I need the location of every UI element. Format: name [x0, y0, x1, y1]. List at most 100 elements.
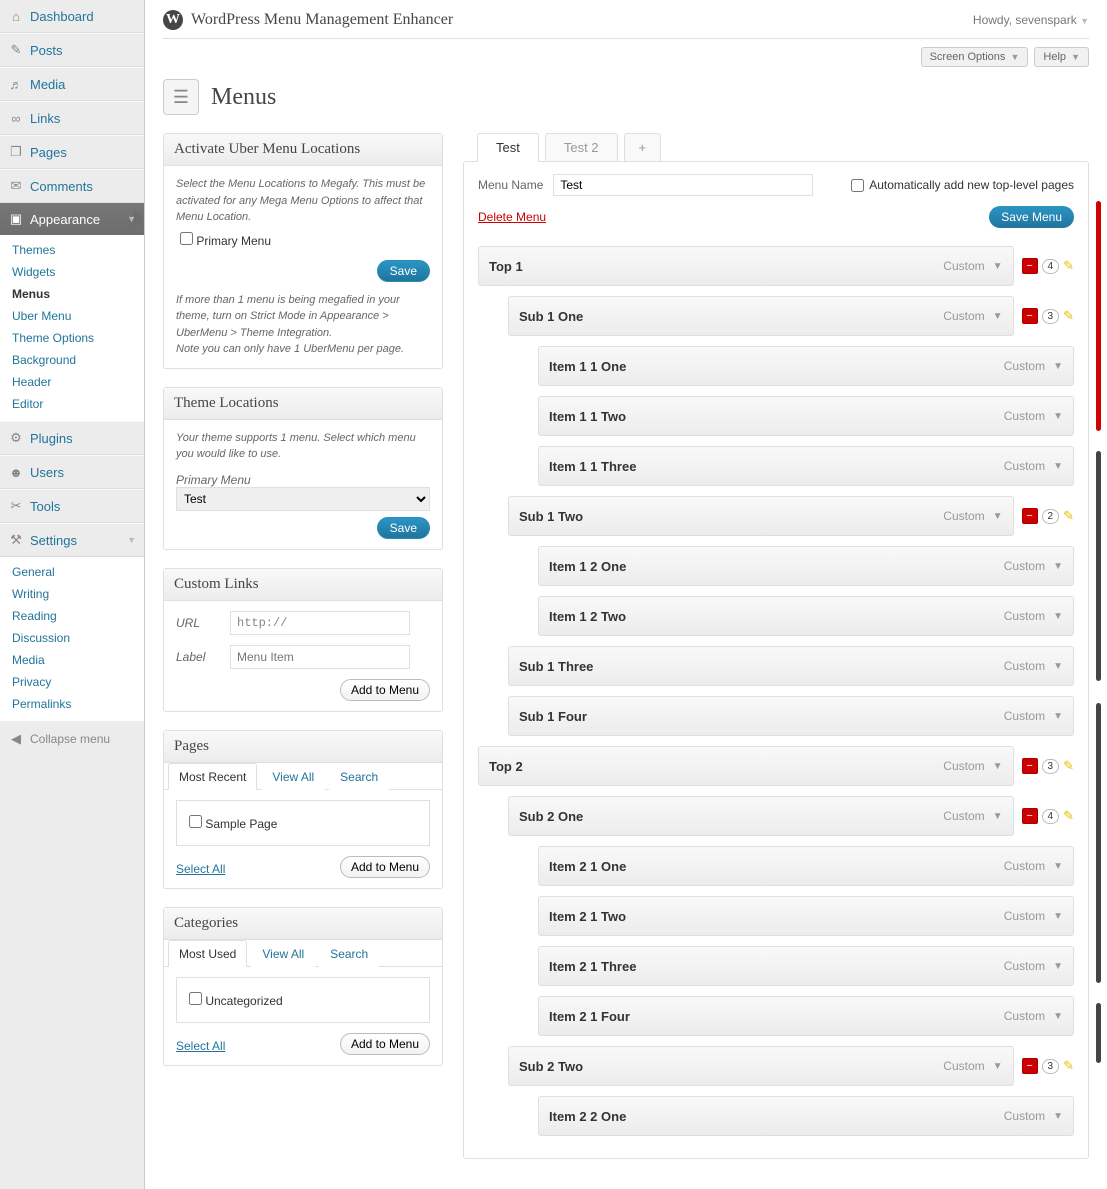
menu-item-sub2-two[interactable]: Sub 2 TwoCustom▼: [508, 1046, 1014, 1086]
delete-menu-link[interactable]: Delete Menu: [478, 210, 546, 224]
sub-reading[interactable]: Reading: [0, 605, 144, 627]
sub-widgets[interactable]: Widgets: [0, 261, 144, 283]
menu-tab-test[interactable]: Test: [477, 133, 539, 162]
collapse-menu[interactable]: ◀Collapse menu: [0, 721, 144, 757]
tab-search[interactable]: Search: [329, 763, 389, 790]
add-to-menu-button[interactable]: Add to Menu: [340, 856, 430, 878]
save-menu-button[interactable]: Save Menu: [989, 206, 1074, 228]
select-all-link[interactable]: Select All: [176, 1039, 225, 1053]
primary-menu-select[interactable]: Test: [176, 487, 430, 511]
sidebar-item-links[interactable]: ∞Links: [0, 101, 144, 135]
menu-tab-test2[interactable]: Test 2: [545, 133, 618, 162]
menu-item[interactable]: Item 1 1 OneCustom▼: [538, 346, 1074, 386]
menu-item-top2[interactable]: Top 2Custom▼: [478, 746, 1014, 786]
pencil-icon[interactable]: ✎: [1063, 758, 1074, 774]
sidebar-item-dashboard[interactable]: ⌂Dashboard: [0, 0, 144, 33]
sub-permalinks[interactable]: Permalinks: [0, 693, 144, 715]
wordpress-icon: W: [163, 10, 183, 30]
auto-add-label: Automatically add new top-level pages: [869, 178, 1074, 192]
add-to-menu-button[interactable]: Add to Menu: [340, 1033, 430, 1055]
tab-most-used[interactable]: Most Used: [168, 940, 247, 967]
menu-item[interactable]: Item 1 1 ThreeCustom▼: [538, 446, 1074, 486]
sidebar-item-posts[interactable]: ✎Posts: [0, 33, 144, 67]
url-input[interactable]: [230, 611, 410, 635]
pencil-icon[interactable]: ✎: [1063, 258, 1074, 274]
primary-menu-checkbox[interactable]: Primary Menu: [176, 226, 430, 254]
sub-background[interactable]: Background: [0, 349, 144, 371]
pencil-icon[interactable]: ✎: [1063, 808, 1074, 824]
sidebar-item-tools[interactable]: ✂Tools: [0, 489, 144, 523]
collapse-icon[interactable]: −: [1022, 308, 1038, 324]
sub-general[interactable]: General: [0, 561, 144, 583]
category-item[interactable]: Uncategorized: [185, 986, 421, 1014]
sub-menus[interactable]: Menus: [0, 283, 144, 305]
appearance-submenu: Themes Widgets Menus Uber Menu Theme Opt…: [0, 235, 144, 421]
theme-locations-box: Theme Locations Your theme supports 1 me…: [163, 387, 443, 550]
menu-tab-add[interactable]: +: [624, 133, 662, 162]
tab-view-all[interactable]: View All: [261, 763, 325, 790]
box-heading: Theme Locations: [164, 388, 442, 420]
sidebar-item-settings[interactable]: ⚒Settings▼: [0, 523, 144, 557]
menu-item[interactable]: Item 2 1 TwoCustom▼: [538, 896, 1074, 936]
menu-item[interactable]: Item 1 1 TwoCustom▼: [538, 396, 1074, 436]
menu-item-sub2-one[interactable]: Sub 2 OneCustom▼: [508, 796, 1014, 836]
menu-name-input[interactable]: [553, 174, 813, 196]
sub-uber[interactable]: Uber Menu: [0, 305, 144, 327]
menu-item[interactable]: Item 2 2 OneCustom▼: [538, 1096, 1074, 1136]
sidebar-item-comments[interactable]: ✉Comments: [0, 169, 144, 203]
indicator-grey: [1096, 451, 1101, 681]
help-button[interactable]: Help ▼: [1034, 47, 1089, 67]
tab-most-recent[interactable]: Most Recent: [168, 763, 257, 790]
sidebar-item-users[interactable]: ☻Users: [0, 455, 144, 489]
save-button[interactable]: Save: [377, 260, 430, 282]
menu-item[interactable]: Item 1 2 OneCustom▼: [538, 546, 1074, 586]
primary-menu-label: Primary Menu: [176, 473, 430, 487]
tab-view-all[interactable]: View All: [251, 940, 315, 967]
sub-theme-options[interactable]: Theme Options: [0, 327, 144, 349]
sidebar-item-pages[interactable]: ❐Pages: [0, 135, 144, 169]
select-all-link[interactable]: Select All: [176, 862, 225, 876]
sub-discussion[interactable]: Discussion: [0, 627, 144, 649]
pencil-icon[interactable]: ✎: [1063, 308, 1074, 324]
menu-item[interactable]: Item 2 1 FourCustom▼: [538, 996, 1074, 1036]
menu-item[interactable]: Item 2 1 ThreeCustom▼: [538, 946, 1074, 986]
label-input[interactable]: [230, 645, 410, 669]
count-badge: 4: [1042, 809, 1060, 824]
collapse-icon[interactable]: −: [1022, 758, 1038, 774]
sub-editor[interactable]: Editor: [0, 393, 144, 415]
sub-header[interactable]: Header: [0, 371, 144, 393]
tab-search[interactable]: Search: [319, 940, 379, 967]
sub-privacy[interactable]: Privacy: [0, 671, 144, 693]
menu-item-sub1-one[interactable]: Sub 1 OneCustom▼: [508, 296, 1014, 336]
settings-icon: ⚒: [8, 532, 24, 548]
pencil-icon[interactable]: ✎: [1063, 508, 1074, 524]
save-button[interactable]: Save: [377, 517, 430, 539]
collapse-icon[interactable]: −: [1022, 1058, 1038, 1074]
pencil-icon[interactable]: ✎: [1063, 1058, 1074, 1074]
box-heading: Categories: [164, 908, 442, 940]
sub-themes[interactable]: Themes: [0, 239, 144, 261]
collapse-icon[interactable]: −: [1022, 808, 1038, 824]
users-icon: ☻: [8, 464, 24, 480]
sub-writing[interactable]: Writing: [0, 583, 144, 605]
auto-add-checkbox[interactable]: [851, 179, 864, 192]
menu-item[interactable]: Item 1 2 TwoCustom▼: [538, 596, 1074, 636]
add-to-menu-button[interactable]: Add to Menu: [340, 679, 430, 701]
url-label: URL: [176, 616, 216, 630]
menu-item[interactable]: Item 2 1 OneCustom▼: [538, 846, 1074, 886]
howdy-text[interactable]: Howdy, sevenspark ▼: [973, 13, 1089, 27]
sidebar-item-plugins[interactable]: ⚙Plugins: [0, 421, 144, 455]
comment-icon: ✉: [8, 178, 24, 194]
menu-item-top1[interactable]: Top 1Custom▼: [478, 246, 1014, 286]
sidebar-item-media[interactable]: ♬Media: [0, 67, 144, 101]
activate-desc: Select the Menu Locations to Megafy. Thi…: [176, 176, 430, 226]
collapse-icon[interactable]: −: [1022, 508, 1038, 524]
menu-item-sub1-three[interactable]: Sub 1 ThreeCustom▼: [508, 646, 1074, 686]
sidebar-item-appearance[interactable]: ▣Appearance▼: [0, 203, 144, 235]
collapse-icon[interactable]: −: [1022, 258, 1038, 274]
sub-media[interactable]: Media: [0, 649, 144, 671]
page-item[interactable]: Sample Page: [185, 809, 421, 837]
menu-item-sub1-two[interactable]: Sub 1 TwoCustom▼: [508, 496, 1014, 536]
screen-options-button[interactable]: Screen Options ▼: [921, 47, 1029, 67]
menu-item-sub1-four[interactable]: Sub 1 FourCustom▼: [508, 696, 1074, 736]
